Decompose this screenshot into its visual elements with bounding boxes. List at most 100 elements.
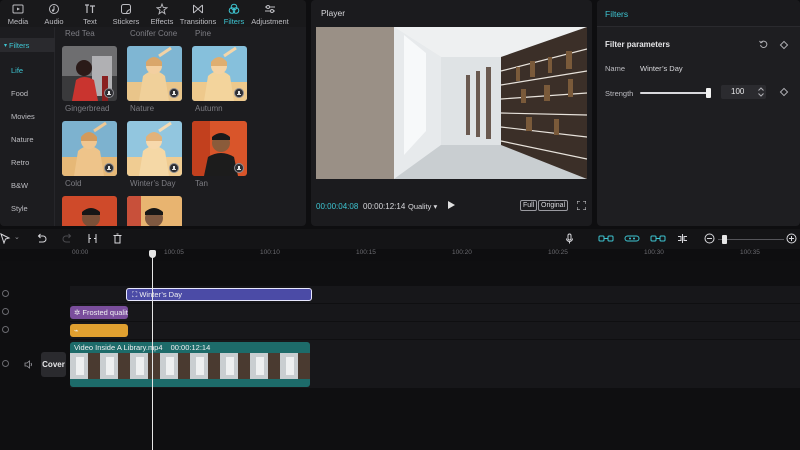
select-cursor-icon[interactable] bbox=[0, 233, 11, 244]
zoom-slider-track[interactable] bbox=[718, 239, 784, 240]
auto-snap-icon[interactable] bbox=[598, 233, 614, 244]
media-icon bbox=[12, 4, 24, 14]
filter-parameters-heading: Filter parameters bbox=[605, 40, 670, 49]
download-icon[interactable] bbox=[234, 88, 244, 98]
ruler-label: 100:30 bbox=[644, 249, 664, 256]
playhead-line[interactable] bbox=[152, 252, 153, 450]
delete-icon[interactable] bbox=[112, 233, 123, 244]
chevron-down-icon[interactable]: ⌄ bbox=[14, 233, 20, 241]
timeline-toolbar: ⌄ bbox=[0, 229, 800, 249]
timeline-ruler[interactable]: 00:00 100:05 100:10 100:15 100:20 100:25… bbox=[0, 249, 800, 261]
ruler-label: 00:00 bbox=[72, 249, 89, 256]
main-video-clip[interactable]: Video Inside A Library.mp4 00:00:12:14 bbox=[70, 342, 310, 387]
tab-audio[interactable]: Audio bbox=[36, 0, 72, 27]
effect-clip-frosted-quality[interactable]: ✲ Frosted quality bbox=[70, 306, 128, 319]
filter-thumb-red-tea[interactable] bbox=[62, 46, 117, 101]
microphone-icon[interactable] bbox=[564, 233, 575, 244]
tab-media[interactable]: Media bbox=[0, 0, 36, 27]
filter-thumb-nature[interactable] bbox=[127, 121, 182, 176]
fullscreen-icon[interactable] bbox=[577, 201, 586, 210]
download-icon[interactable] bbox=[169, 163, 179, 173]
zoom-out-icon[interactable] bbox=[704, 233, 715, 244]
fit-button[interactable]: Full bbox=[520, 200, 538, 211]
effect-clip-label: Frosted quality bbox=[82, 308, 128, 317]
rail-item-retro[interactable]: Retro bbox=[11, 158, 29, 167]
filter-thumb-winters-day[interactable] bbox=[127, 196, 182, 226]
audio-mute-icon[interactable] bbox=[24, 360, 33, 369]
tab-text[interactable]: Text bbox=[72, 0, 108, 27]
tab-adjustment[interactable]: Adjustment bbox=[251, 0, 289, 27]
quality-dropdown[interactable]: Quality ▾ bbox=[408, 202, 437, 211]
effect-clip-icon: ✲ bbox=[74, 308, 81, 317]
tab-stickers[interactable]: Stickers bbox=[108, 0, 144, 27]
tab-label: Audio bbox=[44, 17, 64, 26]
tab-effects[interactable]: Effects bbox=[144, 0, 180, 27]
main-track-icon[interactable] bbox=[2, 360, 9, 367]
filter-preview-image bbox=[62, 196, 117, 226]
lock-track-icon[interactable] bbox=[2, 290, 9, 297]
preview-axis-icon[interactable] bbox=[650, 233, 666, 244]
download-icon[interactable] bbox=[104, 88, 114, 98]
align-icon[interactable] bbox=[677, 233, 688, 244]
rail-item-bw[interactable]: B&W bbox=[11, 181, 28, 190]
strength-label: Strength bbox=[605, 89, 634, 98]
rail-header-filters[interactable]: ▾ Filters bbox=[0, 38, 55, 52]
zoom-slider-handle[interactable] bbox=[722, 235, 727, 244]
ratio-button[interactable]: Original bbox=[538, 200, 569, 211]
name-label: Name bbox=[605, 64, 626, 73]
timeline-tracks: ⛶ Winter’s Day ✲ Frosted quality ⌁ Video… bbox=[0, 261, 800, 450]
filter-name: Conifer Cone bbox=[130, 29, 178, 38]
strength-slider-track[interactable] bbox=[640, 92, 710, 94]
adjust-track-icon[interactable] bbox=[2, 326, 9, 333]
text-icon bbox=[85, 4, 95, 13]
play-icon[interactable] bbox=[448, 201, 455, 209]
filter-thumb-conifer-cone[interactable] bbox=[127, 46, 182, 101]
rail-item-nature[interactable]: Nature bbox=[11, 135, 34, 144]
filter-clip-winters-day[interactable]: ⛶ Winter’s Day bbox=[126, 288, 312, 301]
undo-icon[interactable] bbox=[36, 233, 47, 244]
filter-name: Gingerbread bbox=[65, 104, 110, 113]
keyframe-icon[interactable] bbox=[779, 87, 789, 97]
cover-button[interactable]: Cover bbox=[41, 352, 66, 377]
strength-slider-handle[interactable] bbox=[706, 88, 711, 98]
filter-thumb-cold[interactable] bbox=[62, 196, 117, 226]
strength-stepper-icon[interactable] bbox=[757, 86, 765, 98]
tab-transitions[interactable]: Transitions bbox=[180, 0, 216, 27]
rail-header-label: Filters bbox=[9, 40, 30, 50]
download-icon[interactable] bbox=[104, 163, 114, 173]
zoom-in-icon[interactable] bbox=[786, 233, 797, 244]
tab-label: Adjustment bbox=[251, 17, 289, 26]
tab-filters[interactable]: Filters bbox=[216, 0, 252, 27]
current-timecode: 00:00:04:08 bbox=[316, 202, 359, 211]
download-icon[interactable] bbox=[234, 163, 244, 173]
split-icon[interactable] bbox=[87, 233, 98, 244]
tab-label: Media bbox=[7, 17, 29, 26]
adjustment-clip[interactable]: ⌁ bbox=[70, 324, 128, 337]
filter-name: Autumn bbox=[195, 104, 223, 113]
filter-name: Winter’s Day bbox=[130, 179, 176, 188]
rail-item-life[interactable]: Life bbox=[11, 66, 23, 75]
filters-icon bbox=[228, 3, 240, 14]
rail-item-movies[interactable]: Movies bbox=[11, 112, 35, 121]
filter-name-value: Winter’s Day bbox=[640, 64, 683, 73]
video-preview[interactable] bbox=[316, 27, 587, 179]
player-controls: 00:00:04:08 00:00:12:14 Quality ▾ Full O… bbox=[311, 196, 592, 216]
link-clips-icon[interactable] bbox=[624, 233, 640, 244]
download-icon[interactable] bbox=[169, 88, 179, 98]
keyframe-icon[interactable] bbox=[779, 40, 789, 50]
effect-track-icon[interactable] bbox=[2, 308, 9, 315]
filter-thumb-pine[interactable] bbox=[192, 46, 247, 101]
filter-thumb-gingerbread[interactable] bbox=[62, 121, 117, 176]
rail-item-food[interactable]: Food bbox=[11, 89, 28, 98]
tool-tabs: Media Audio Text Stickers Effects Transi… bbox=[0, 0, 306, 27]
ruler-label: 100:10 bbox=[260, 249, 280, 256]
caret-down-icon: ▾ bbox=[433, 202, 438, 211]
filter-thumb-autumn[interactable] bbox=[192, 121, 247, 176]
ruler-label: 100:25 bbox=[548, 249, 568, 256]
redo-icon[interactable] bbox=[62, 233, 73, 244]
video-filmstrip bbox=[70, 353, 310, 379]
rail-item-style[interactable]: Style bbox=[11, 204, 28, 213]
reset-icon[interactable] bbox=[759, 40, 768, 49]
adjustment-track bbox=[70, 322, 800, 339]
player-panel: Player 00:00:04:08 00:00:12:14 Quality ▾… bbox=[311, 0, 592, 226]
